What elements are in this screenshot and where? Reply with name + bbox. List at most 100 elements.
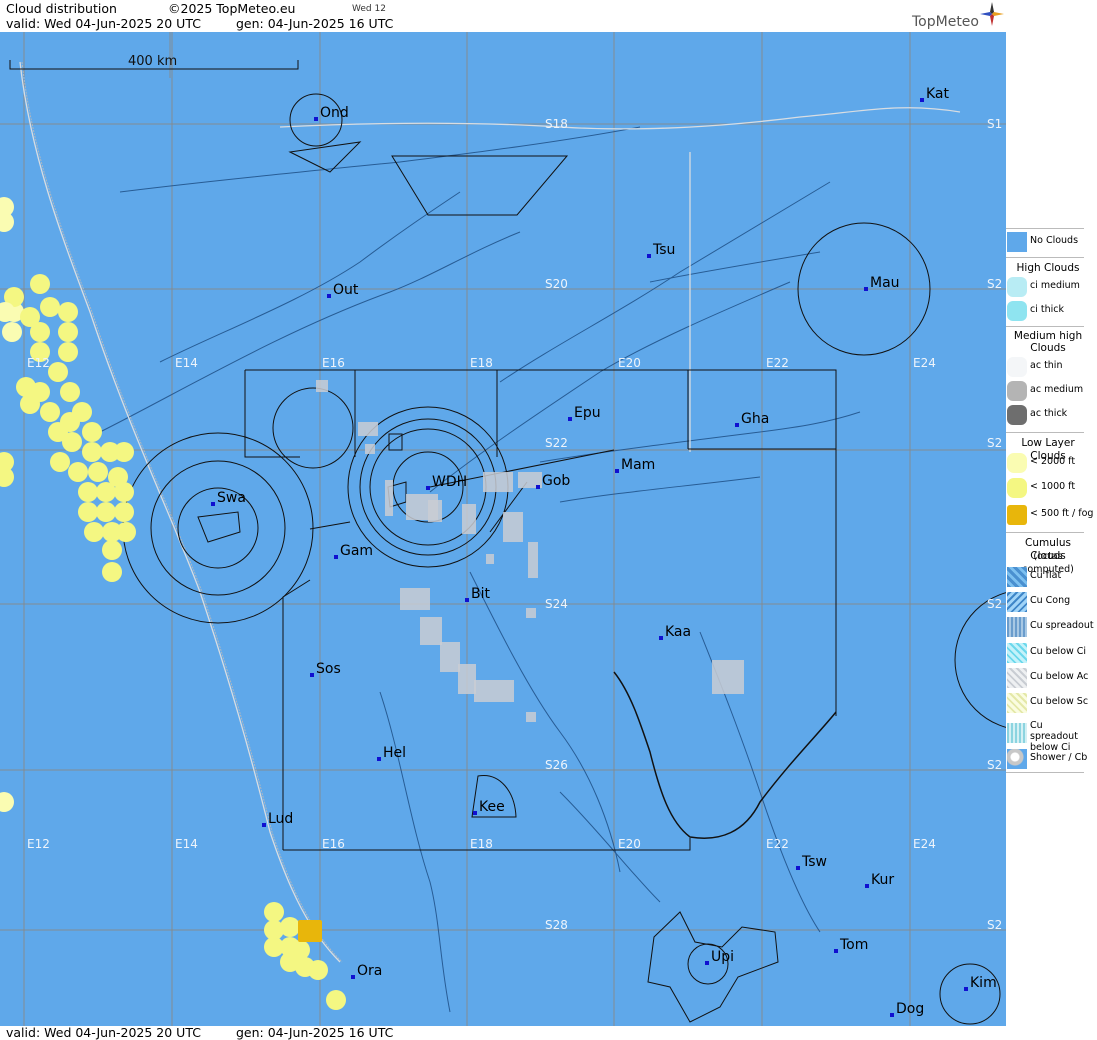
cu-below-ac-patch bbox=[486, 554, 494, 564]
low-cloud-cell bbox=[96, 502, 116, 522]
low-cloud-cell bbox=[82, 442, 102, 462]
place-label: Sos bbox=[316, 661, 341, 677]
place-wdh[interactable]: WDH bbox=[426, 474, 467, 490]
lon-label: E18 bbox=[470, 837, 493, 851]
low-cloud-cell bbox=[0, 792, 14, 812]
low-cloud-cell bbox=[50, 452, 70, 472]
lon-label: E24 bbox=[913, 837, 936, 851]
place-dog[interactable]: Dog bbox=[890, 1001, 924, 1017]
cu-spreadout-swatch bbox=[1007, 617, 1027, 637]
low-cloud-cell bbox=[30, 274, 50, 294]
lat-label: S18 bbox=[545, 117, 568, 131]
legend-divider bbox=[1006, 326, 1084, 327]
place-dot-icon bbox=[920, 98, 924, 102]
place-label: Ond bbox=[320, 105, 349, 121]
low-cloud-cell bbox=[114, 442, 134, 462]
place-ond[interactable]: Ond bbox=[314, 105, 349, 121]
low-cloud-cell bbox=[82, 422, 102, 442]
place-dot-icon bbox=[705, 961, 709, 965]
low-cloud-cell bbox=[30, 322, 50, 342]
no-clouds-swatch bbox=[1007, 232, 1027, 252]
place-dot-icon bbox=[310, 673, 314, 677]
place-ora[interactable]: Ora bbox=[351, 963, 382, 979]
cloud-map[interactable]: E12 E14 E16 E18 E20 E22 E24 E12 E14 E16 E18 E20 E22 E… bbox=[0, 32, 1006, 1026]
place-kim[interactable]: Kim bbox=[964, 975, 997, 991]
low-cloud-cell bbox=[40, 402, 60, 422]
low-500-fog-label: < 500 ft / fog bbox=[1030, 508, 1094, 519]
place-label: Dog bbox=[896, 1001, 924, 1017]
day-tag: Wed 12 bbox=[352, 4, 386, 14]
place-gam[interactable]: Gam bbox=[334, 543, 373, 559]
place-dot-icon bbox=[865, 884, 869, 888]
low-cloud-cell bbox=[326, 990, 346, 1010]
place-swa[interactable]: Swa bbox=[211, 490, 246, 506]
legend-low-2000: < 2000 ft bbox=[1006, 452, 1090, 474]
low-500-fog-swatch bbox=[1007, 505, 1027, 525]
ci-medium-swatch bbox=[1007, 277, 1027, 297]
place-tom[interactable]: Tom bbox=[834, 937, 868, 953]
place-dot-icon bbox=[964, 987, 968, 991]
place-label: Tsw bbox=[801, 854, 827, 870]
lat-label: S24 bbox=[545, 597, 568, 611]
place-gha[interactable]: Gha bbox=[735, 411, 769, 427]
ac-medium-swatch bbox=[1007, 381, 1027, 401]
legend-low-1000: < 1000 ft bbox=[1006, 477, 1090, 499]
place-tsw[interactable]: Tsw bbox=[796, 854, 827, 870]
low-cloud-cell bbox=[84, 522, 104, 542]
place-gob[interactable]: Gob bbox=[536, 473, 570, 489]
lat-label: S2 bbox=[987, 597, 1002, 611]
ci-thick-label: ci thick bbox=[1030, 304, 1064, 315]
place-hel[interactable]: Hel bbox=[377, 745, 406, 761]
place-kaa[interactable]: Kaa bbox=[659, 624, 691, 640]
lon-label: E14 bbox=[175, 356, 198, 370]
legend-cu-spreadout: Cu spreadout bbox=[1006, 616, 1094, 638]
lon-label: E16 bbox=[322, 356, 345, 370]
lat-label: S26 bbox=[545, 758, 568, 772]
footer-valid-time: valid: Wed 04-Jun-2025 20 UTC bbox=[6, 1025, 201, 1040]
lat-label: S2 bbox=[987, 436, 1002, 450]
place-mam[interactable]: Mam bbox=[615, 457, 655, 473]
place-label: Swa bbox=[217, 490, 246, 506]
legend-ci-medium: ci medium bbox=[1006, 276, 1090, 298]
scale-label: 400 km bbox=[128, 54, 177, 69]
place-sos[interactable]: Sos bbox=[310, 661, 341, 677]
legend-cu-below-sc: Cu below Sc bbox=[1006, 692, 1090, 714]
place-label: Bit bbox=[471, 586, 490, 602]
place-kee[interactable]: Kee bbox=[473, 799, 505, 815]
low-cloud-cell bbox=[88, 462, 108, 482]
legend-no-clouds: No Clouds bbox=[1006, 231, 1090, 253]
place-tsu[interactable]: Tsu bbox=[647, 242, 675, 258]
low-1000-swatch bbox=[1007, 478, 1027, 498]
place-label: Kaa bbox=[665, 624, 691, 640]
place-upi[interactable]: Upi bbox=[705, 949, 734, 965]
cu-flat-swatch bbox=[1007, 567, 1027, 587]
valid-time: valid: Wed 04-Jun-2025 20 UTC bbox=[6, 16, 201, 31]
cu-below-ac-patch bbox=[428, 500, 442, 522]
legend-cu-cong: Cu Cong bbox=[1006, 591, 1090, 613]
place-bit[interactable]: Bit bbox=[465, 586, 490, 602]
place-dot-icon bbox=[211, 502, 215, 506]
place-kat[interactable]: Kat bbox=[920, 86, 950, 102]
lat-label: S20 bbox=[545, 277, 568, 291]
place-out[interactable]: Out bbox=[327, 282, 359, 298]
place-kur[interactable]: Kur bbox=[865, 872, 894, 888]
borders bbox=[19, 61, 961, 963]
legend-low-500-fog: < 500 ft / fog bbox=[1006, 504, 1094, 526]
ac-thin-label: ac thin bbox=[1030, 360, 1063, 371]
topmeteo-logo: TopMeteo bbox=[912, 14, 979, 30]
place-label: Kim bbox=[970, 975, 997, 991]
legend-cu-spreadout-below-ci: Cu spreadout below Ci bbox=[1006, 718, 1090, 753]
place-label: Gob bbox=[542, 473, 570, 489]
place-dot-icon bbox=[864, 287, 868, 291]
place-mau[interactable]: Mau bbox=[864, 275, 900, 291]
place-epu[interactable]: Epu bbox=[568, 405, 601, 421]
place-dot-icon bbox=[568, 417, 572, 421]
place-label: Out bbox=[333, 282, 359, 298]
place-dot-icon bbox=[473, 811, 477, 815]
ac-thick-swatch bbox=[1007, 405, 1027, 425]
map-canvas[interactable]: E12 E14 E16 E18 E20 E22 E24 E12 E14 E16 E18 E20 E22 E… bbox=[0, 32, 1006, 1026]
place-markers: Ond Kat Tsu Mau Out Epu Gha Mam WDH Gob Swa Gam Bit K… bbox=[211, 86, 997, 1017]
legend-ci-thick: ci thick bbox=[1006, 300, 1090, 322]
cu-below-sc-label: Cu below Sc bbox=[1030, 696, 1089, 707]
place-dot-icon bbox=[334, 555, 338, 559]
